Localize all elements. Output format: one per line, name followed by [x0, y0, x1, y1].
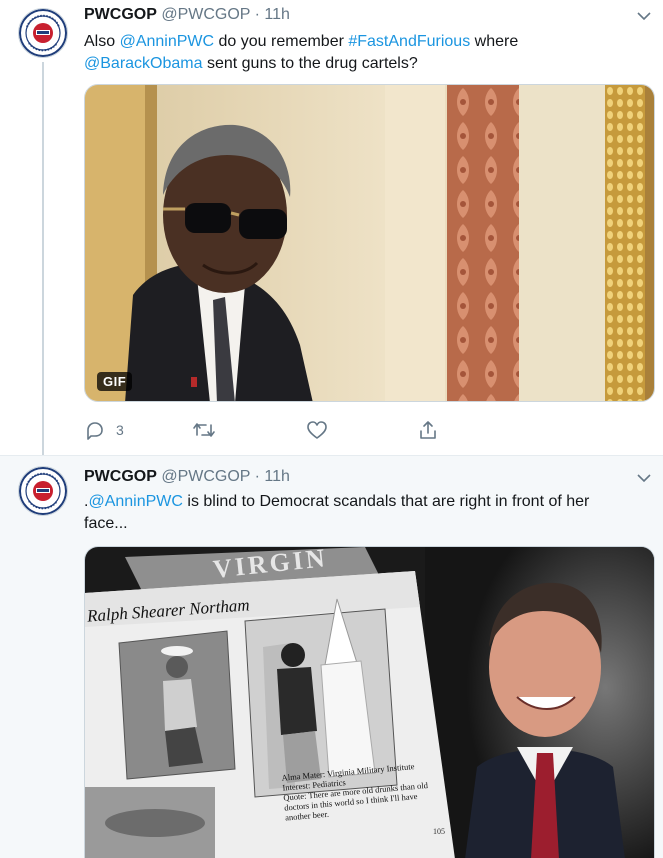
username[interactable]: @PWCGOP: [161, 468, 250, 485]
heart-icon: [306, 420, 328, 440]
username[interactable]: @PWCGOP: [161, 6, 250, 23]
mention-link[interactable]: @BarackObama: [84, 55, 203, 72]
mention-link[interactable]: @AnninPWC: [120, 33, 215, 50]
tweet-actions: 3: [84, 420, 504, 444]
separator-dot: ·: [254, 468, 260, 485]
reply-icon: [84, 420, 104, 440]
avatar[interactable]: [18, 466, 68, 516]
tweet[interactable]: PWCGOP @PWCGOP · 11h Also @AnninPWC do y…: [0, 0, 663, 457]
reply-button[interactable]: 3: [84, 420, 124, 440]
tweet-header: PWCGOP @PWCGOP · 11h: [84, 5, 290, 25]
text-segment: sent guns to the drug cartels?: [202, 55, 418, 72]
tweet-image[interactable]: VIRGIN Ralph Shearer Northam Alma Mater:…: [84, 546, 655, 858]
display-name[interactable]: PWCGOP: [84, 6, 157, 23]
share-button[interactable]: [418, 420, 438, 440]
reply-count: 3: [116, 422, 124, 438]
yearbook-page-number: 105: [433, 827, 445, 836]
avatar[interactable]: [18, 8, 68, 58]
tweet[interactable]: PWCGOP @PWCGOP · 11h .@AnninPWC is blind…: [0, 455, 663, 858]
text-segment: where: [470, 33, 519, 50]
display-name[interactable]: PWCGOP: [84, 468, 157, 485]
gif-media[interactable]: GIF: [84, 84, 655, 402]
text-segment: do you remember: [214, 33, 349, 50]
gif-image: [85, 85, 654, 401]
thread-connector-line: [42, 62, 44, 457]
retweet-icon: [192, 420, 216, 440]
chevron-down-icon[interactable]: [637, 8, 651, 24]
retweet-button[interactable]: [192, 420, 216, 440]
gif-badge: GIF: [97, 372, 133, 391]
share-icon: [418, 420, 438, 440]
tweet-text: .@AnninPWC is blind to Democrat scandals…: [84, 491, 629, 535]
hashtag-link[interactable]: #FastAndFurious: [348, 33, 470, 50]
mention-link[interactable]: @AnninPWC: [88, 493, 183, 510]
chevron-down-icon[interactable]: [637, 470, 651, 486]
like-button[interactable]: [306, 420, 328, 440]
timestamp[interactable]: 11h: [264, 6, 290, 23]
tweet-header: PWCGOP @PWCGOP · 11h: [84, 467, 290, 487]
separator-dot: ·: [254, 6, 260, 23]
timestamp[interactable]: 11h: [264, 468, 290, 485]
text-segment: Also: [84, 33, 120, 50]
tweet-text: Also @AnninPWC do you remember #FastAndF…: [84, 31, 644, 75]
